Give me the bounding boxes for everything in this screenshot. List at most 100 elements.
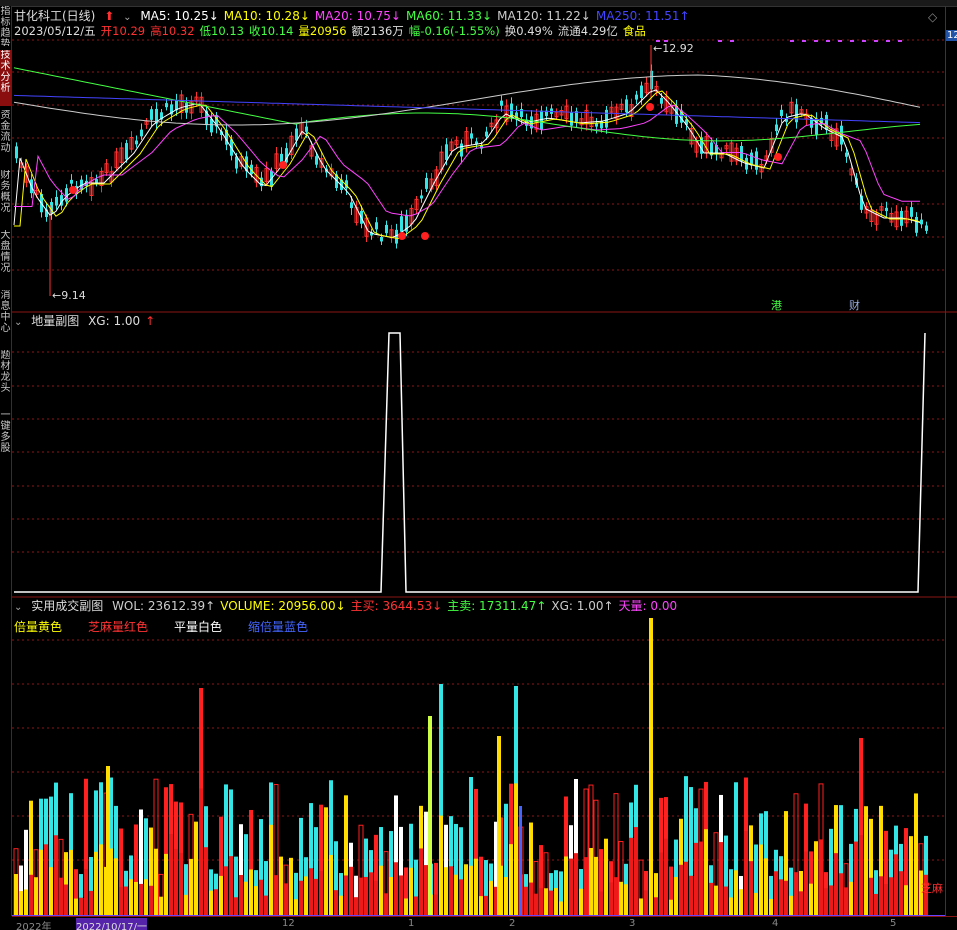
volume-bar-inner: [559, 901, 563, 916]
volume-bar-inner: [434, 894, 438, 916]
candle-body: [500, 100, 503, 106]
signal-dash: [862, 40, 866, 42]
volume-bar-inner: [529, 882, 533, 916]
quote-float: 流通4.29亿: [557, 24, 618, 38]
volume-bar-inner: [609, 882, 613, 916]
volume-bar-inner: [379, 865, 383, 916]
volume-bar-inner: [59, 877, 63, 916]
quote-info-line: 2023/05/12/五 开10.29 高10.32 低10.13 收10.14 量209…: [14, 24, 651, 38]
volume-bar-inner: [79, 897, 83, 916]
quote-date: 2023/05/12/五: [14, 24, 96, 38]
ma10-line: [14, 90, 921, 240]
candle-body: [380, 236, 383, 242]
candle-body: [815, 118, 818, 135]
volume-bar-inner: [549, 890, 553, 916]
xg-signal-line: [14, 332, 926, 593]
date-axis: 2022年 2022/10/17/一 12 1 2 3 4 5: [12, 916, 957, 930]
sub-chart1-title[interactable]: 地量副图: [31, 314, 79, 328]
volume-bar-inner: [769, 898, 773, 916]
collapse-icon[interactable]: ⌄: [123, 12, 131, 23]
candle-body: [485, 131, 488, 137]
volume-bar-inner: [534, 893, 538, 916]
candle-body: [55, 196, 58, 206]
signal-dash: [814, 40, 818, 42]
volume-bar-inner: [659, 852, 663, 916]
volume-bar-inner: [24, 889, 28, 916]
volume-bar-inner: [224, 866, 228, 916]
volume-bar-inner: [299, 880, 303, 916]
volume-bar-inner: [399, 875, 403, 916]
candle-body: [305, 126, 308, 132]
volume-bar-inner: [804, 851, 808, 916]
signal-dot: [279, 161, 287, 169]
volume-bar-inner: [414, 896, 418, 916]
signal-dot: [69, 186, 77, 194]
ma-legend-item: MA60: 11.33↓: [406, 9, 493, 23]
volume-bar-inner: [914, 840, 918, 916]
volume-bar-inner: [384, 893, 388, 916]
candle-body: [70, 179, 73, 184]
candle-body: [885, 207, 888, 212]
volume-bar-inner: [579, 888, 583, 916]
volume-bar-highlight: [106, 766, 110, 916]
ma5-line: [13, 89, 921, 239]
volume-bar-inner: [619, 881, 623, 916]
volume-bar-inner: [459, 879, 463, 916]
volume-bar-inner: [689, 875, 693, 916]
finance-tag[interactable]: 财: [849, 297, 860, 313]
quote-amount: 额2136万: [351, 24, 404, 38]
volume-bar-inner: [214, 889, 218, 916]
candle-body: [470, 133, 473, 139]
candle-body: [445, 144, 448, 160]
volume-bar-inner: [124, 886, 128, 916]
date-axis-label: 2022/10/17/一: [76, 918, 148, 930]
volume-bar-inner: [564, 856, 568, 916]
candle-body: [605, 109, 608, 128]
ma20-line: [14, 104, 920, 217]
volume-bar-inner: [909, 873, 913, 916]
volume-bar-inner: [294, 899, 298, 916]
volume-bar-inner: [84, 868, 88, 916]
hk-tag[interactable]: 港: [771, 297, 782, 313]
volume-bar-inner: [324, 856, 328, 916]
candle-body: [350, 202, 353, 209]
ma250-line: [13, 94, 921, 124]
volume-bar-inner: [874, 893, 878, 916]
signal-dot: [398, 232, 406, 240]
volume-bar-inner: [159, 896, 163, 916]
volume-bar-inner: [99, 844, 103, 916]
sub-chart1-legend: ⌄ 地量副图 XG: 1.00 ↑: [14, 314, 165, 330]
quote-sector: 食品: [622, 24, 646, 38]
volume-bar-inner: [229, 856, 233, 916]
volume-bar-inner: [344, 875, 348, 916]
collapse-icon[interactable]: ⌄: [14, 602, 22, 613]
stock-title[interactable]: 甘化科工(日线): [14, 9, 95, 23]
volume-bar-inner: [209, 890, 213, 916]
volume-bar-inner: [454, 874, 458, 916]
volume-bar-inner: [259, 879, 263, 916]
quote-open: 开10.29: [100, 24, 146, 38]
sub-chart2-legend: ⌄ 实用成交副图 WOL: 23612.39↑ VOLUME: 20956.00↓…: [14, 599, 687, 615]
volume-bar-inner: [629, 837, 633, 916]
volume-bar-inner: [129, 879, 133, 916]
signal-dash: [826, 40, 830, 42]
volume-bar-inner: [364, 876, 368, 916]
volume-bar-inner: [439, 815, 443, 916]
volume-bar-inner: [544, 888, 548, 916]
volume-bar-inner: [244, 881, 248, 916]
diamond-icon[interactable]: ◇: [928, 10, 937, 24]
volume-bar-inner: [424, 865, 428, 916]
main-chart-legend: 甘化科工(日线) ⬆ ⌄ MA5: 10.25↓ MA10: 10.28↓ MA20…: [14, 9, 700, 25]
volume-bar-inner: [889, 877, 893, 916]
volume-bar-inner: [64, 884, 68, 916]
volume-bar-inner: [869, 877, 873, 916]
volume-bar-inner: [539, 888, 543, 916]
volume-bar-inner: [724, 886, 728, 916]
date-axis-label: 4: [772, 918, 779, 929]
volume-bar-inner: [779, 879, 783, 916]
collapse-icon[interactable]: ⌄: [14, 317, 22, 328]
volume-bar-inner: [844, 887, 848, 916]
candle-body: [595, 123, 598, 127]
sub-chart2-title[interactable]: 实用成交副图: [31, 599, 103, 613]
quote-high: 高10.32: [150, 24, 195, 38]
